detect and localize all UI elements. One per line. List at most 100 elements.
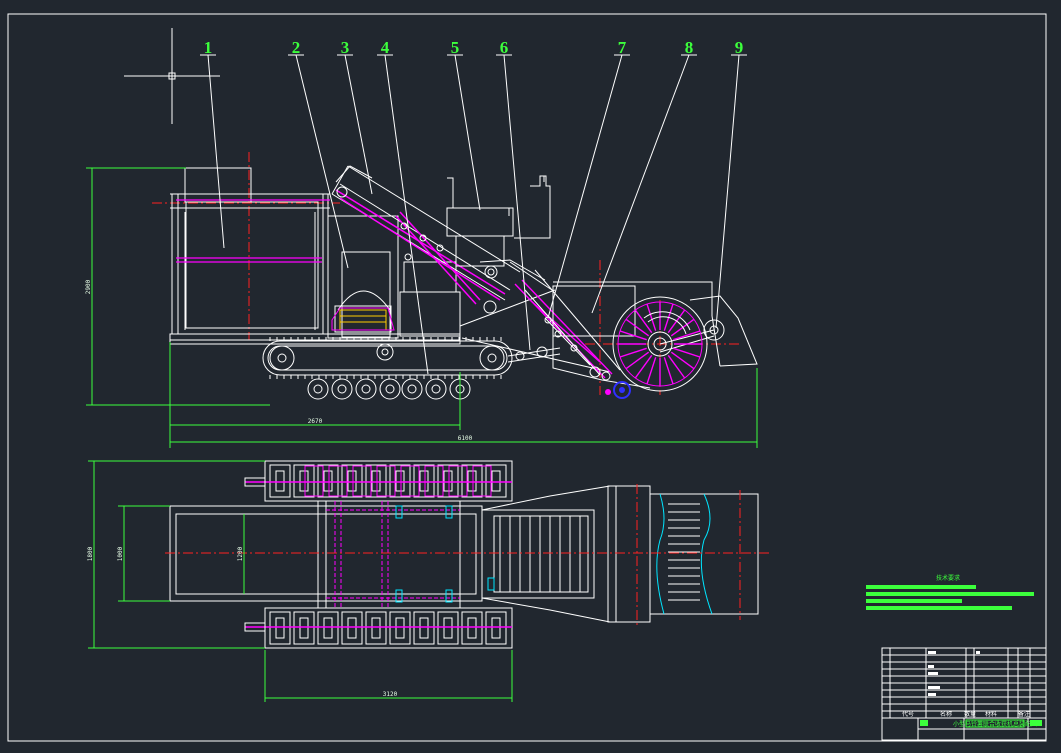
balloon-5: 5 [451, 38, 460, 57]
track-pad-slot [419, 470, 429, 492]
lift-conveyor [331, 165, 521, 301]
track-pad-slot [443, 470, 453, 492]
wheel-tooth [619, 347, 647, 358]
note-line-1 [866, 585, 976, 589]
track-pad [269, 464, 291, 498]
road-wheel [401, 378, 423, 400]
wheel-tooth [673, 347, 701, 358]
title-block: 代号 名称 数量 材料 备注 小型马铃薯联合收获机总装配图 [881, 647, 1047, 741]
plan-track-lower [264, 607, 513, 649]
wheel-tooth [619, 330, 647, 341]
plan-hidden-edges [395, 493, 713, 615]
operator-seat [446, 175, 551, 267]
engine-housing [327, 215, 399, 339]
road-wheel [379, 378, 401, 400]
track-pad-slot [419, 617, 429, 639]
track-pad [485, 611, 507, 645]
tb-entry [928, 686, 940, 689]
balloon-8: 8 [685, 38, 694, 57]
balloon-4: 4 [381, 38, 390, 57]
track-pad [461, 611, 483, 645]
tb-entry [928, 665, 934, 668]
track-pad-slot [323, 470, 333, 492]
tb-entry [976, 651, 980, 654]
wheel-tooth [625, 318, 650, 337]
balloon-6: 6 [500, 38, 509, 57]
track-pad-slot [371, 617, 381, 639]
plan-track-lower-pads [269, 611, 507, 645]
track-pad [413, 464, 435, 498]
dim-frame-width: 1000 [117, 546, 124, 561]
collection-bin [170, 167, 330, 335]
digger-housing [552, 281, 758, 389]
track-pad [389, 464, 411, 498]
tb-stamp-2 [1030, 720, 1042, 726]
bearing-icon [613, 381, 631, 399]
note-line-3 [866, 599, 962, 603]
lift-arm [459, 259, 611, 373]
tb-stamp [920, 720, 928, 726]
balloon-3: 3 [341, 38, 350, 57]
wheel-tooth [625, 351, 650, 370]
technical-requirements: 技术要求 [866, 574, 1034, 610]
track-pad [317, 611, 339, 645]
road-wheel-hub [407, 384, 417, 394]
balloon-9: 9 [735, 38, 744, 57]
drawing-border [7, 13, 1047, 742]
track-pad-slot [323, 617, 333, 639]
cad-drawing-canvas: 2900 2670 6100 1 2 3 4 5 6 7 8 9 1800 10… [0, 0, 1061, 753]
note-line-4 [866, 606, 1012, 610]
wheel-tooth [646, 303, 657, 331]
track-pad [341, 464, 363, 498]
track-pad-slot [491, 617, 501, 639]
bin-linkage [176, 199, 330, 263]
track-pad-slot [275, 470, 285, 492]
road-wheel [307, 378, 329, 400]
dim-track-length: 2670 [308, 418, 323, 425]
side-dimensions [86, 167, 758, 448]
assembly-drawing: 2900 2670 6100 1 2 3 4 5 6 7 8 9 1800 10… [7, 13, 1047, 742]
plan-conveyor [481, 485, 759, 623]
tb-material-label: 材料 [985, 710, 997, 718]
balloon-numbers: 1 2 3 4 5 6 7 8 9 [204, 38, 744, 57]
dim-side-height: 2900 [85, 279, 92, 294]
track-pad [437, 464, 459, 498]
track-pad-slot [371, 470, 381, 492]
plan-view: 1800 1000 1200 3120 [87, 460, 772, 702]
track-pad [485, 464, 507, 498]
tb-title: 小型马铃薯联合收获机总装配图 [953, 720, 1037, 728]
track-pad [365, 611, 387, 645]
track-pad-slot [467, 470, 477, 492]
track-pad [413, 611, 435, 645]
tb-remark-label: 备注 [1018, 710, 1030, 718]
note-line-2 [866, 592, 1034, 596]
track-pad-slot [275, 617, 285, 639]
track-pad-slot [395, 470, 405, 492]
tb-name-label: 名称 [940, 710, 952, 718]
wheel-tooth [670, 351, 695, 370]
notes-heading: 技术要求 [936, 574, 960, 582]
tb-entry [928, 651, 936, 654]
track-pad [341, 611, 363, 645]
track-pad-slot [395, 617, 405, 639]
plan-center-lines [165, 484, 772, 625]
track-pad-slot [443, 617, 453, 639]
wheel-tooth [646, 357, 657, 385]
dim-overall-length: 6100 [458, 435, 473, 442]
track-pad [461, 464, 483, 498]
plan-track-upper [264, 460, 513, 502]
dim-plan-width: 1800 [87, 546, 94, 561]
tb-code-label: 代号 [902, 710, 914, 718]
blade-icon [605, 389, 611, 395]
track-pad-slot [347, 470, 357, 492]
road-wheel [331, 378, 353, 400]
plan-hidden-shafts [326, 501, 460, 608]
side-center-lines [152, 152, 740, 395]
road-wheel-hub [313, 384, 323, 394]
track-pad-slot [299, 617, 309, 639]
track-pad-slot [491, 470, 501, 492]
track-pad [293, 464, 315, 498]
track-pad [365, 464, 387, 498]
wheel-tooth [634, 354, 653, 379]
balloon-leaders [200, 54, 747, 375]
